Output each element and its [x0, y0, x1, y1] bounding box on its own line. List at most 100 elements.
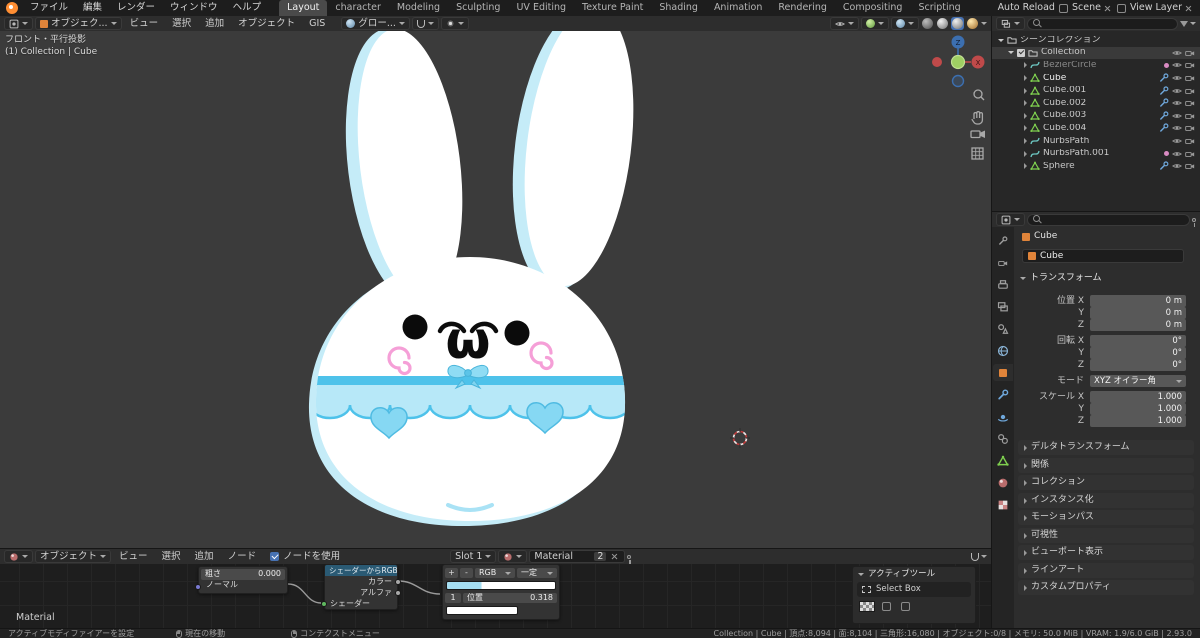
outliner-row-cube001[interactable]: Cube.001	[992, 84, 1200, 97]
scene-unlink-icon[interactable]	[1104, 5, 1111, 12]
viewport-menu-view[interactable]: ビュー	[124, 19, 165, 29]
modifier-wrench-icon[interactable]	[1159, 123, 1169, 133]
workspace-tab-rendering[interactable]: Rendering	[770, 0, 835, 16]
camera-visibility-icon[interactable]	[1185, 98, 1195, 108]
node-title[interactable]: シェーダーからRGBへ	[325, 565, 397, 576]
node-snap-icon[interactable]	[971, 552, 979, 561]
expand-icon[interactable]	[1024, 75, 1027, 82]
rotation-y-field[interactable]: 0°	[1090, 347, 1186, 359]
section-collections[interactable]: コレクション	[1018, 475, 1194, 490]
remove-stop-button[interactable]: -	[460, 567, 473, 579]
panel-option-icon[interactable]	[901, 602, 910, 611]
modifier-wrench-icon[interactable]	[1159, 111, 1169, 121]
add-stop-button[interactable]: +	[445, 567, 458, 579]
camera-visibility-icon[interactable]	[1185, 111, 1195, 121]
outliner-row-cube003[interactable]: Cube.003	[992, 110, 1200, 123]
stop-color-swatch[interactable]	[446, 606, 518, 615]
shading-material-button[interactable]	[951, 17, 964, 30]
workspace-tab-texture-paint[interactable]: Texture Paint	[574, 0, 651, 16]
section-instancing[interactable]: インスタンス化	[1018, 493, 1194, 508]
workspace-tab-modeling[interactable]: Modeling	[389, 0, 448, 16]
tab-physics[interactable]	[993, 408, 1013, 425]
pin-icon[interactable]	[1192, 217, 1196, 227]
workspace-tab-uv-editing[interactable]: UV Editing	[508, 0, 574, 16]
menu-edit[interactable]: 編集	[76, 0, 109, 16]
ramp-mode-dropdown[interactable]: RGB	[475, 567, 515, 579]
rotation-mode-dropdown[interactable]: XYZ オイラー角	[1090, 375, 1186, 387]
navigation-gizmo[interactable]: Z X	[932, 35, 985, 88]
shader-input-socket[interactable]	[321, 601, 327, 607]
tab-modifiers[interactable]	[993, 386, 1013, 403]
menu-file[interactable]: ファイル	[23, 0, 75, 16]
menu-window[interactable]: ウィンドウ	[163, 0, 225, 16]
eye-icon[interactable]	[1172, 149, 1182, 159]
use-nodes-toggle[interactable]: ノードを使用	[270, 552, 340, 562]
outliner-row-nurbspath[interactable]: NurbsPath	[992, 135, 1200, 148]
roughness-slider[interactable]: 粗さ 0.000	[201, 569, 285, 580]
outliner-row-sphere[interactable]: Sphere	[992, 160, 1200, 173]
rotation-x-field[interactable]: 0°	[1090, 335, 1186, 347]
chevron-down-icon[interactable]	[981, 555, 987, 558]
tab-object[interactable]	[993, 364, 1013, 381]
outliner-row-collection[interactable]: Collection	[992, 46, 1200, 60]
proportional-edit-toggle[interactable]	[440, 17, 469, 30]
normal-socket[interactable]	[195, 584, 201, 590]
section-relations[interactable]: 関係	[1018, 458, 1194, 473]
fake-user-icon[interactable]	[627, 554, 632, 564]
alpha-output-socket[interactable]	[395, 590, 401, 596]
shader-menu-node[interactable]: ノード	[222, 552, 263, 562]
shader-type-dropdown[interactable]: オブジェクト	[35, 550, 112, 563]
location-z-field[interactable]: 0 m	[1090, 319, 1186, 331]
snap-toggle[interactable]	[411, 17, 439, 30]
outliner-row-cube004[interactable]: Cube.004	[992, 122, 1200, 135]
workspace-tab-character[interactable]: character	[327, 0, 389, 16]
workspace-tab-compositing[interactable]: Compositing	[835, 0, 911, 16]
expand-icon[interactable]	[1024, 163, 1027, 170]
camera-visibility-icon[interactable]	[1185, 136, 1195, 146]
tab-texture[interactable]	[993, 496, 1013, 513]
outliner-row-cube002[interactable]: Cube.002	[992, 97, 1200, 110]
texture-preview-thumbnail[interactable]	[859, 601, 875, 612]
expand-icon[interactable]	[1008, 51, 1014, 55]
camera-view-button[interactable]	[970, 130, 985, 139]
scale-x-field[interactable]: 1.000	[1090, 391, 1186, 403]
gizmo-toggle[interactable]	[861, 17, 889, 30]
modifier-wrench-icon[interactable]	[1159, 161, 1169, 171]
eye-icon[interactable]	[1172, 136, 1182, 146]
material-slot-dropdown[interactable]: Slot 1	[450, 550, 497, 563]
shader-menu-view[interactable]: ビュー	[113, 552, 154, 562]
scene-selector[interactable]: Scene	[1072, 3, 1101, 13]
camera-visibility-icon[interactable]	[1185, 161, 1195, 171]
section-custom-properties[interactable]: カスタムプロパティ	[1018, 580, 1194, 595]
eye-icon[interactable]	[1172, 86, 1182, 96]
transform-section-header[interactable]: トランスフォーム	[1020, 274, 1102, 283]
zoom-button[interactable]	[973, 89, 985, 101]
node-shader-to-rgb[interactable]: シェーダーからRGBへ カラー アルファ シェーダー	[321, 564, 401, 610]
view-layer-unlink-icon[interactable]	[1185, 5, 1192, 12]
outliner-row-scene-collection[interactable]: シーンコレクション	[992, 34, 1200, 47]
panel-option-icon[interactable]	[882, 602, 891, 611]
expand-icon[interactable]	[1024, 125, 1027, 132]
color-ramp-gradient[interactable]	[446, 581, 556, 590]
section-viewport-display[interactable]: ビューポート表示	[1018, 545, 1194, 560]
tab-output[interactable]	[993, 276, 1013, 293]
scale-z-field[interactable]: 1.000	[1090, 415, 1186, 427]
expand-icon[interactable]	[1024, 62, 1027, 69]
workspace-tab-shading[interactable]: Shading	[651, 0, 706, 16]
active-stop-index-field[interactable]: 1	[445, 592, 461, 604]
gizmo-x-negative[interactable]	[932, 57, 942, 67]
tab-scene[interactable]	[993, 320, 1013, 337]
camera-visibility-icon[interactable]	[1185, 86, 1195, 96]
expand-icon[interactable]	[1024, 138, 1027, 145]
material-users-count[interactable]: 2	[594, 552, 607, 562]
section-motion-paths[interactable]: モーションパス	[1018, 510, 1194, 525]
eye-icon[interactable]	[1172, 73, 1182, 83]
rotation-z-field[interactable]: 0°	[1090, 359, 1186, 371]
shading-rendered-button[interactable]	[966, 17, 979, 30]
blender-logo-icon[interactable]	[6, 2, 18, 14]
eye-icon[interactable]	[1172, 48, 1182, 58]
material-browse-button[interactable]	[498, 550, 528, 563]
workspace-tab-animation[interactable]: Animation	[706, 0, 770, 16]
modifier-wrench-icon[interactable]	[1159, 73, 1169, 83]
gizmo-y-axis[interactable]	[950, 54, 966, 70]
